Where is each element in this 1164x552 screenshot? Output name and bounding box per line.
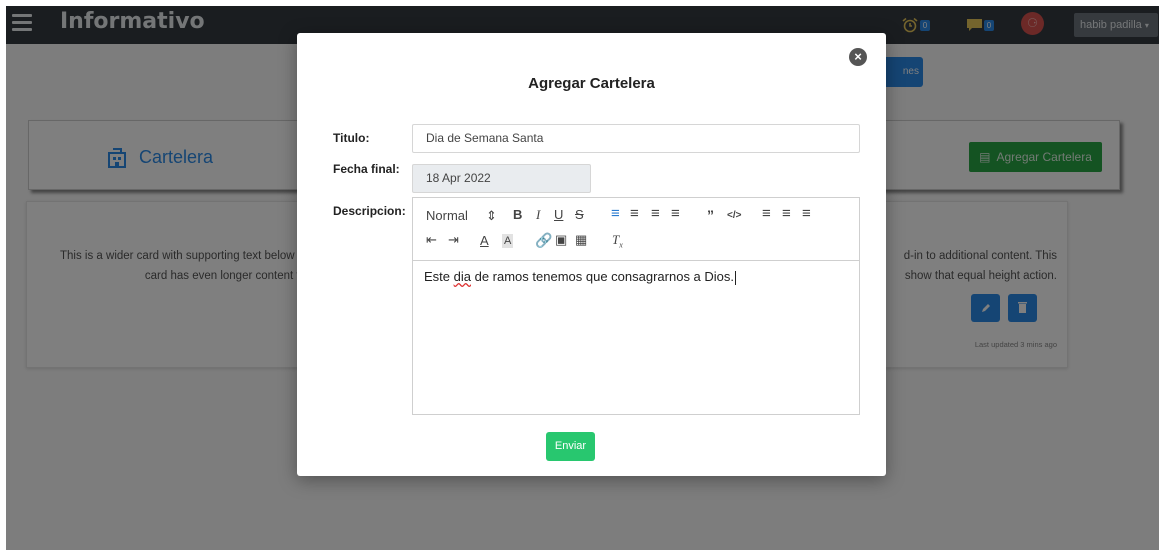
- add-cartelera-modal: × Agregar Cartelera Titulo: Dia de Seman…: [297, 33, 886, 476]
- align-right-icon[interactable]: ≡: [651, 206, 660, 221]
- descripcion-label: Descripcion:: [333, 204, 406, 218]
- titulo-input[interactable]: Dia de Semana Santa: [412, 124, 860, 153]
- format-select-value: Normal: [426, 208, 468, 223]
- text-color-icon[interactable]: A: [480, 234, 489, 248]
- bullet-list-icon[interactable]: ≡: [782, 206, 791, 221]
- align-left-icon[interactable]: ≡: [611, 206, 620, 221]
- text-caret: [735, 270, 737, 285]
- strikethrough-icon[interactable]: S: [575, 208, 584, 222]
- content-text-start: Este: [424, 269, 454, 284]
- check-list-icon[interactable]: ≡: [802, 206, 811, 221]
- enviar-button[interactable]: Enviar: [546, 432, 595, 461]
- fecha-final-input[interactable]: 18 Apr 2022: [412, 164, 591, 193]
- titulo-label: Titulo:: [333, 131, 370, 145]
- background-color-icon[interactable]: A: [502, 234, 514, 248]
- clear-format-icon[interactable]: Tx: [612, 233, 623, 253]
- video-icon[interactable]: ▦: [575, 233, 587, 247]
- content-text-end: de ramos tenemos que consagrarnos a Dios…: [470, 269, 735, 284]
- code-icon[interactable]: </>: [727, 209, 741, 223]
- image-icon[interactable]: ▣: [555, 233, 567, 247]
- bold-icon[interactable]: B: [513, 208, 522, 222]
- editor-content[interactable]: Este dia de ramos tenemos que consagrarn…: [413, 261, 859, 293]
- align-justify-icon[interactable]: ≡: [671, 206, 680, 221]
- modal-title: Agregar Cartelera: [528, 75, 655, 92]
- rich-text-editor: Normal ⇕ B I U S ≡ ≡ ≡ ≡ ” </> ≡ ≡ ≡ ⇤ ⇥…: [412, 197, 860, 415]
- misspelled-word: dia: [453, 269, 471, 284]
- ordered-list-icon[interactable]: ≡: [762, 206, 771, 221]
- align-center-icon[interactable]: ≡: [630, 206, 639, 221]
- fecha-final-label: Fecha final:: [333, 162, 400, 176]
- select-arrows-icon: ⇕: [485, 208, 497, 223]
- underline-icon[interactable]: U: [554, 208, 563, 222]
- outdent-icon[interactable]: ⇤: [426, 233, 437, 247]
- format-select[interactable]: Normal ⇕: [426, 209, 497, 223]
- indent-icon[interactable]: ⇥: [448, 233, 459, 247]
- blockquote-icon[interactable]: ”: [707, 208, 714, 222]
- editor-toolbar: Normal ⇕ B I U S ≡ ≡ ≡ ≡ ” </> ≡ ≡ ≡ ⇤ ⇥…: [413, 198, 859, 261]
- italic-icon[interactable]: I: [536, 208, 540, 222]
- link-icon[interactable]: 🔗: [535, 233, 552, 247]
- close-icon[interactable]: ×: [849, 48, 867, 66]
